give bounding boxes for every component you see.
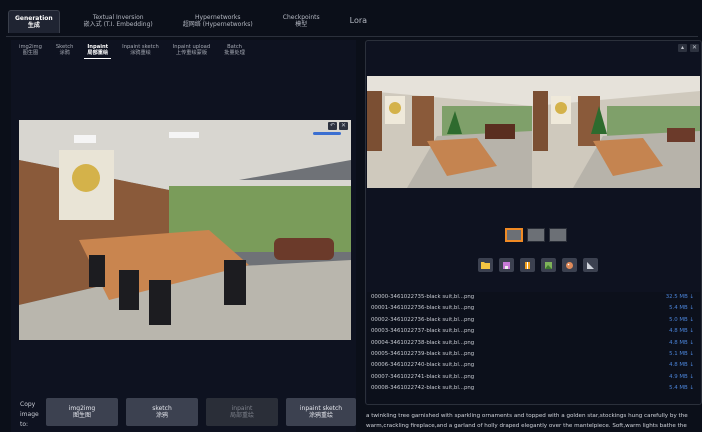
output-panel-controls: ▴ ✕ [678,44,699,52]
file-row[interactable]: 00004-3461022738-black suit,bl...png 4.8 … [367,338,700,349]
tab-ti-label: Textual Inversion [92,14,144,21]
canvas-tools: ↶ ✕ [328,122,348,130]
subtab-img2img[interactable]: img2img 图生图 [16,42,45,59]
tab-textual-inversion[interactable]: Textual Inversion 嵌入式 (T.I. Embedding) [78,10,159,32]
copy-image-bar: Copy image to: img2img 图生图 sketch 涂鸦 inpai… [16,398,356,432]
copy-inpaint-sublabel: 局部重绘 [229,412,254,419]
palette-icon[interactable] [562,258,577,272]
tab-ckpt-sublabel: 模型 [295,21,308,28]
tab-ckpt-label: Checkpoints [282,14,320,21]
copy-sketch-label: sketch [152,405,172,412]
file-row[interactable]: 00005-3461022739-black suit,bl...png 5.1 … [367,349,700,360]
subtab-inpaint-upload-sublabel: 上传重绘蒙版 [175,50,208,56]
copy-inpaint-label: inpaint [231,405,253,412]
copy-to-sketch-button[interactable]: sketch 涂鸦 [126,398,198,426]
file-name: 00005-3461022739-black suit,bl...png [371,350,475,357]
tab-hypernetworks[interactable]: Hypernetworks 超网络 (Hypernetworks) [177,10,259,32]
tab-generation[interactable]: Generation 生成 [8,10,60,33]
file-row[interactable]: 00008-3461022742-black suit,bl...png 5.4 … [367,383,700,394]
subtab-sketch[interactable]: Sketch 涂鸦 [53,42,76,59]
close-icon[interactable]: ✕ [339,122,348,130]
thumbnail[interactable] [549,228,567,242]
copy-sketch-sublabel: 涂鸦 [155,412,168,419]
subtab-inpaint-sketch[interactable]: Inpaint sketch 涂鸦重绘 [119,42,162,59]
subtab-batch-sublabel: 批量处理 [224,50,245,56]
file-size-download-link[interactable]: 4.8 MB ↓ [669,326,694,337]
output-actions [478,258,598,272]
subtab-img2img-sublabel: 图生图 [22,50,39,56]
file-name: 00007-3461022741-black suit,bl...png [371,373,475,380]
file-size-download-link[interactable]: 5.4 MB ↓ [669,303,694,314]
generation-info-text: a twinkling tree garnished with sparklin… [366,413,688,429]
tab-lora-label: Lora [349,16,368,25]
tab-generation-sublabel: 生成 [27,22,40,29]
tab-ti-sublabel: 嵌入式 (T.I. Embedding) [83,21,153,28]
tab-hn-sublabel: 超网络 (Hypernetworks) [182,21,253,28]
subtab-inpaint-sublabel: 局部重绘 [87,50,109,56]
tab-lora[interactable]: Lora [344,10,373,32]
img2img-subtabs: img2img 图生图 Sketch 涂鸦 Inpaint 局部重绘 Inpaint … [16,42,248,59]
subtab-batch[interactable]: Batch 批量处理 [221,42,248,59]
file-name: 00002-3461022736-black suit,bl...png [371,316,475,323]
thumbnail[interactable] [505,228,523,242]
zip-icon[interactable] [520,258,535,272]
output-image[interactable] [367,76,700,188]
output-conference-photo [367,76,700,188]
save-icon[interactable] [499,258,514,272]
subtab-inpaint[interactable]: Inpaint 局部重绘 [84,42,112,59]
thumbnail[interactable] [527,228,545,242]
tab-checkpoints[interactable]: Checkpoints 模型 [277,10,326,32]
file-row[interactable]: 00002-3461022736-black suit,bl...png 5.0 … [367,315,700,326]
copy-to-inpaint-button[interactable]: inpaint 局部重绘 [206,398,278,426]
file-size-download-link[interactable]: 32.5 MB ↓ [666,292,694,303]
file-size-download-link[interactable]: 4.8 MB ↓ [669,338,694,349]
undo-icon[interactable]: ↶ [328,122,337,130]
file-name: 00006-3461022740-black suit,bl...png [371,362,475,369]
expand-icon[interactable]: ▴ [678,44,687,52]
close-icon[interactable]: ✕ [690,44,699,52]
tabs-divider [6,36,698,37]
file-size-download-link[interactable]: 5.4 MB ↓ [669,383,694,394]
file-row[interactable]: 00007-3461022741-black suit,bl...png 4.9 … [367,372,700,383]
conference-room-photo [19,120,351,340]
copy-image-label: Copy image to: [20,401,39,428]
app-root: Generation 生成 Textual Inversion 嵌入式 (T.I. … [0,0,702,432]
gallery-thumbnails [505,228,567,242]
file-size-download-link[interactable]: 5.0 MB ↓ [669,315,694,326]
file-size-download-link[interactable]: 4.8 MB ↓ [669,360,694,371]
subtab-sketch-sublabel: 涂鸦 [59,50,70,56]
copy-to-inpaint-sketch-button[interactable]: inpaint sketch 涂鸦重绘 [286,398,356,426]
file-size-download-link[interactable]: 5.1 MB ↓ [669,349,694,360]
copy-inpaint-sketch-label: inpaint sketch [299,405,343,412]
subtab-inpaint-sketch-sublabel: 涂鸦重绘 [130,50,151,56]
ruler-icon[interactable] [583,258,598,272]
file-row[interactable]: 00006-3461022740-black suit,bl...png 4.8 … [367,360,700,371]
brush-size-slider[interactable] [313,132,341,135]
file-row[interactable]: 00001-3461022736-black suit,bl...png 5.4 … [367,303,700,314]
file-name: 00004-3461022738-black suit,bl...png [371,339,475,346]
file-name: 00003-3461022737-black suit,bl...png [371,328,475,335]
output-file-list: 00000-3461022735-black suit,bl...png 32.5… [367,292,700,404]
subtab-inpaint-upload[interactable]: Inpaint upload 上传重绘蒙版 [170,42,213,59]
copy-to-img2img-button[interactable]: img2img 图生图 [46,398,118,426]
copy-img2img-sublabel: 图生图 [72,412,91,419]
file-row[interactable]: 00000-3461022735-black suit,bl...png 32.5… [367,292,700,303]
file-name: 00008-3461022742-black suit,bl...png [371,385,475,392]
copy-img2img-label: img2img [68,405,96,412]
file-row[interactable]: 00003-3461022737-black suit,bl...png 4.8 … [367,326,700,337]
file-name: 00001-3461022736-black suit,bl...png [371,305,475,312]
image-icon[interactable] [541,258,556,272]
inpaint-canvas[interactable]: ↶ ✕ [19,120,351,340]
folder-icon[interactable] [478,258,493,272]
copy-inpaint-sketch-sublabel: 涂鸦重绘 [308,412,333,419]
file-size-download-link[interactable]: 4.9 MB ↓ [669,372,694,383]
tab-hn-label: Hypernetworks [195,14,241,21]
file-name: 00000-3461022735-black suit,bl...png [371,294,475,300]
tab-generation-label: Generation [15,15,53,22]
